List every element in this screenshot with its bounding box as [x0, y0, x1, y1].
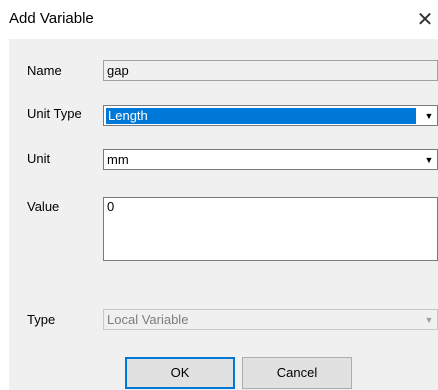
unit-type-value: Length: [106, 108, 416, 124]
name-label: Name: [27, 63, 62, 78]
name-value: gap: [107, 63, 129, 78]
cancel-button[interactable]: Cancel: [242, 357, 352, 389]
close-icon: ✕: [416, 8, 434, 31]
chevron-down-icon[interactable]: ▼: [421, 310, 437, 329]
chevron-down-icon[interactable]: ▼: [421, 150, 437, 169]
ok-button[interactable]: OK: [125, 357, 235, 389]
cancel-button-label: Cancel: [276, 365, 318, 380]
name-field[interactable]: gap: [103, 60, 438, 81]
type-label: Type: [27, 312, 56, 327]
dialog-titlebar: Add Variable ✕: [0, 0, 438, 38]
unit-value: mm: [107, 152, 129, 167]
close-button[interactable]: ✕: [412, 4, 438, 34]
dialog-body: Name gap Unit Type Length ▼ Unit mm ▼ Va…: [9, 39, 438, 390]
unit-type-label: Unit Type: [27, 106, 82, 121]
dialog-title: Add Variable: [9, 10, 94, 27]
unit-type-select[interactable]: Length ▼: [103, 105, 438, 126]
type-select[interactable]: Local Variable ▼: [103, 309, 438, 330]
value-textarea[interactable]: 0: [103, 197, 438, 261]
type-value: Local Variable: [107, 312, 189, 327]
ok-button-label: OK: [170, 365, 190, 380]
unit-select[interactable]: mm ▼: [103, 149, 438, 170]
value-text: 0: [107, 199, 115, 214]
unit-label: Unit: [27, 151, 51, 166]
chevron-down-icon[interactable]: ▼: [421, 106, 437, 125]
value-label: Value: [27, 199, 60, 214]
